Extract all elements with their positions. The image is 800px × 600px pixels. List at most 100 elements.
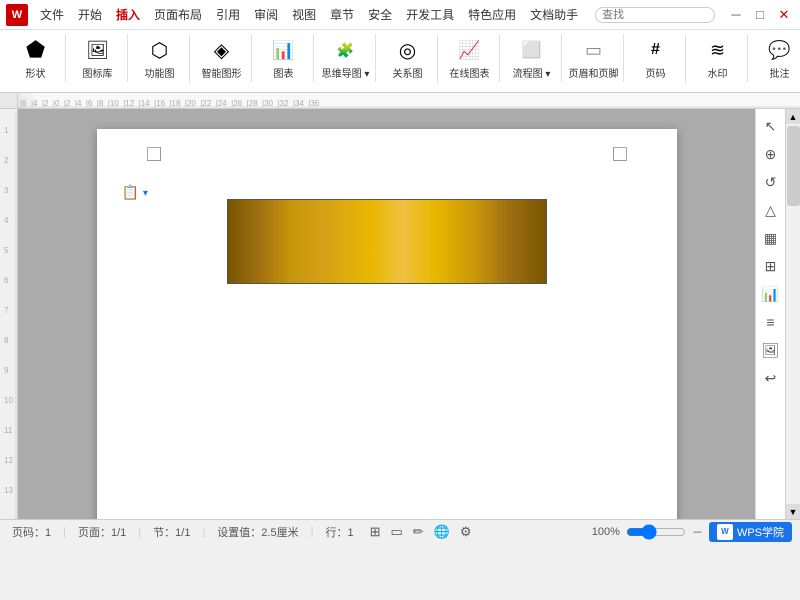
iconlib-button[interactable]: 🖼 图标库: [79, 34, 117, 82]
ribbon-group-smartshape: ◈ 智能图形: [192, 34, 252, 82]
headerfooter-label: 页眉和页脚: [569, 65, 619, 80]
onlinechart-button[interactable]: 📈 在线图表: [446, 34, 494, 82]
status-bar: 页码：1 | 页面：1/1 | 节：1/1 | 设置值：2.5厘米 | 行：1 …: [0, 519, 800, 543]
main-area: 1 2 3 4 5 6 7 8 9 10 11 12 13 📋 ▾: [0, 109, 800, 519]
maximize-button[interactable]: □: [750, 5, 770, 25]
vertical-ruler: 1 2 3 4 5 6 7 8 9 10 11 12 13: [0, 109, 18, 519]
corner-mark-tl: [147, 147, 161, 161]
rt-back-button[interactable]: ↩: [758, 365, 784, 391]
rt-rotate-button[interactable]: ↺: [758, 169, 784, 195]
menu-chapter[interactable]: 章节: [324, 4, 360, 25]
title-center: [588, 7, 722, 23]
ribbon-group-icons: 🖼 图标库: [68, 34, 128, 82]
status-zoom-percent: 100%: [592, 526, 620, 538]
scroll-thumb[interactable]: [787, 126, 800, 206]
status-zoom-out-icon[interactable]: －: [692, 524, 703, 540]
close-button[interactable]: ✕: [774, 5, 794, 25]
menu-assistant[interactable]: 文档助手: [524, 4, 584, 25]
menu-file[interactable]: 文件: [34, 4, 70, 25]
iconlib-icon: 🖼: [84, 36, 112, 64]
svg-text:1: 1: [4, 126, 9, 135]
ribbon-group-pagenum: # 页码: [626, 34, 686, 82]
title-bar: W 文件 开始 插入 页面布局 引用 审阅 视图 章节 安全 开发工具 特色应用…: [0, 0, 800, 30]
right-toolbar: ↖ ⊕ ↺ △ ▦ ⊞ 📊 ≡ 🖼 ↩: [755, 109, 785, 519]
watermark-label: 水印: [708, 65, 728, 80]
menu-home[interactable]: 开始: [72, 4, 108, 25]
ribbon-content: ⬟ 形状 🖼 图标库 ⬡ 功能图: [0, 30, 800, 92]
rt-grid-button[interactable]: ▦: [758, 225, 784, 251]
svg-text:4: 4: [4, 216, 9, 225]
scroll-up-button[interactable]: ▲: [786, 109, 800, 124]
headerfooter-button[interactable]: ▭ 页眉和页脚: [565, 34, 623, 82]
shape-button[interactable]: ⬟ 形状: [18, 34, 54, 82]
chart-button[interactable]: 📊 图表: [266, 34, 302, 82]
title-menu: 文件 开始 插入 页面布局 引用 审阅 视图 章节 安全 开发工具 特色应用 文…: [34, 4, 584, 25]
ribbon-group-shape: ⬟ 形状: [6, 34, 66, 82]
wps-logo: W: [6, 4, 28, 26]
pagenum-label: 页码: [646, 65, 666, 80]
menu-view[interactable]: 视图: [286, 4, 322, 25]
rt-list-button[interactable]: ≡: [758, 309, 784, 335]
rt-table-button[interactable]: ⊞: [758, 253, 784, 279]
status-settings-icon[interactable]: ⚙: [460, 524, 472, 540]
minimize-button[interactable]: －: [726, 5, 746, 25]
vertical-scrollbar[interactable]: ▲ ▼: [785, 109, 800, 519]
shape-label: 形状: [26, 65, 46, 80]
svg-text:8: 8: [4, 336, 9, 345]
rt-triangle-button[interactable]: △: [758, 197, 784, 223]
smartshape-button[interactable]: ◈ 智能图形: [198, 34, 246, 82]
status-layout-icon[interactable]: ▭: [390, 524, 402, 540]
pagenum-button[interactable]: # 页码: [638, 34, 674, 82]
status-line: 行：1: [321, 524, 357, 540]
svg-text:6: 6: [4, 276, 9, 285]
ribbon-group-onlinechart: 📈 在线图表: [440, 34, 500, 82]
chart-icon: 📊: [270, 36, 298, 64]
rt-cursor-button[interactable]: ↖: [758, 113, 784, 139]
flowchart-icon: ⬜: [518, 36, 546, 64]
menu-review[interactable]: 审阅: [248, 4, 284, 25]
status-sep-3: |: [202, 526, 205, 538]
svg-text:12: 12: [4, 456, 13, 465]
ribbon-group-comment: 💬 批注: [750, 34, 800, 82]
watermark-icon: ≋: [704, 36, 732, 64]
mindmap-button[interactable]: 🧩 思维导图 ▾: [318, 34, 374, 82]
wps-academy-label: WPS学院: [737, 524, 784, 540]
flowchart-label: 流程图 ▾: [513, 65, 551, 80]
chart-label: 图表: [274, 65, 294, 80]
relmap-button[interactable]: ◎ 关系图: [389, 34, 427, 82]
comment-button[interactable]: 💬 批注: [762, 34, 798, 82]
status-edit-icon[interactable]: ✏: [413, 524, 424, 540]
svg-text:7: 7: [4, 306, 9, 315]
flowchart-button[interactable]: ⬜ 流程图 ▾: [509, 34, 555, 82]
svg-text:3: 3: [4, 186, 9, 195]
ribbon-group-funcmap: ⬡ 功能图: [130, 34, 190, 82]
status-globe-icon[interactable]: 🌐: [434, 524, 450, 540]
menu-features[interactable]: 特色应用: [462, 4, 522, 25]
zoom-slider[interactable]: [626, 524, 686, 540]
menu-layout[interactable]: 页面布局: [148, 4, 208, 25]
ribbon-group-watermark: ≋ 水印: [688, 34, 748, 82]
funcmap-button[interactable]: ⬡ 功能图: [141, 34, 179, 82]
headerfooter-icon: ▭: [580, 36, 608, 64]
status-expand-icon[interactable]: ⊞: [370, 524, 381, 540]
watermark-button[interactable]: ≋ 水印: [700, 34, 736, 82]
menu-refs[interactable]: 引用: [210, 4, 246, 25]
mindmap-label: 思维导图 ▾: [322, 65, 370, 80]
rt-image-button[interactable]: 🖼: [758, 337, 784, 363]
rt-chart-button[interactable]: 📊: [758, 281, 784, 307]
scroll-down-button[interactable]: ▼: [786, 504, 800, 519]
svg-text:5: 5: [4, 246, 9, 255]
menu-insert[interactable]: 插入: [110, 4, 146, 25]
menu-devtools[interactable]: 开发工具: [400, 4, 460, 25]
status-sep-4: |: [311, 526, 314, 538]
svg-text:13: 13: [4, 486, 13, 495]
menu-security[interactable]: 安全: [362, 4, 398, 25]
search-input[interactable]: [595, 7, 715, 23]
svg-text:11: 11: [4, 426, 13, 435]
document-canvas: 📋 ▾: [18, 109, 755, 519]
paste-icon[interactable]: 📋 ▾: [122, 184, 148, 201]
rt-zoom-button[interactable]: ⊕: [758, 141, 784, 167]
gold-gradient-shape[interactable]: [227, 199, 547, 284]
onlinechart-label: 在线图表: [450, 65, 490, 80]
wps-academy-button[interactable]: W WPS学院: [709, 522, 792, 542]
